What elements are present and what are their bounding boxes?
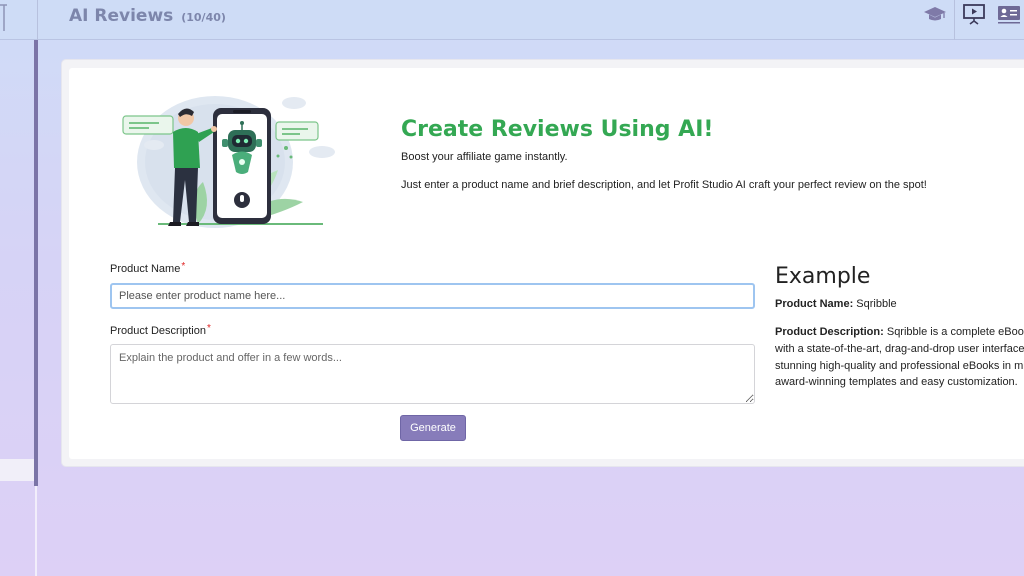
graduation-cap-icon[interactable]: [923, 3, 947, 25]
example-name-key: Product Name:: [775, 298, 854, 310]
product-name-label: Product Name*: [110, 261, 186, 275]
hero-description: Just enter a product name and brief desc…: [401, 179, 927, 191]
ai-assistant-illustration: [122, 96, 335, 228]
sidebar: [0, 40, 34, 576]
logo-fragment-icon: [0, 4, 7, 31]
sidebar-active-item[interactable]: [0, 459, 34, 481]
required-mark: *: [181, 261, 186, 272]
hero-title: Create Reviews Using AI!: [401, 117, 714, 142]
example-desc-line-3: stunning high-quality and professional e…: [775, 360, 1024, 372]
example-name-value: Sqribble: [853, 298, 897, 310]
page-title: AI Reviews (10/40): [69, 6, 226, 26]
example-desc-key: Product Description:: [775, 326, 884, 338]
page-title-text: AI Reviews: [69, 6, 174, 26]
presentation-icon[interactable]: [962, 3, 986, 25]
example-desc-line-1: Sqribble is a complete eBook c: [883, 326, 1024, 338]
example-title: Example: [775, 264, 871, 289]
review-count: (10/40): [181, 11, 226, 24]
example-product-name: Product Name: Sqribble: [775, 298, 897, 310]
product-description-label: Product Description*: [110, 323, 211, 337]
hero-subtitle: Boost your affiliate game instantly.: [401, 151, 568, 163]
top-separator: [954, 0, 955, 40]
required-mark: *: [207, 323, 211, 334]
example-description-line: Product Description: Sqribble is a compl…: [775, 326, 1024, 338]
generate-button[interactable]: Generate: [400, 415, 466, 441]
example-desc-line-2: with a state-of-the-art, drag-and-drop u…: [775, 343, 1024, 355]
product-description-label-text: Product Description: [110, 325, 206, 337]
example-desc-line-4: award-winning templates and easy customi…: [775, 376, 1018, 388]
top-bar: AI Reviews (10/40): [0, 0, 1024, 40]
product-name-label-text: Product Name: [110, 263, 181, 275]
sidebar-edge: [35, 486, 37, 576]
contact-card-icon[interactable]: [997, 3, 1021, 25]
top-divider: [37, 0, 38, 40]
product-description-textarea[interactable]: [110, 344, 755, 404]
sidebar-scrollbar[interactable]: [34, 40, 38, 486]
product-name-input[interactable]: [110, 283, 755, 309]
